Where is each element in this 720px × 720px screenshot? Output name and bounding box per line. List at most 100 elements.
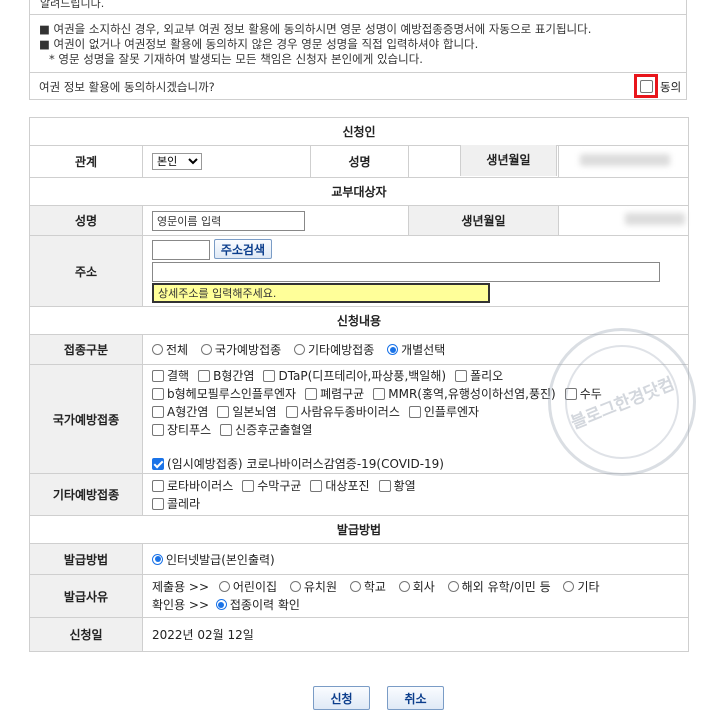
consent-checkbox[interactable] — [640, 80, 653, 93]
other-vaccine-checkbox[interactable] — [242, 479, 255, 492]
national-vaccine-option[interactable]: 인플루엔자 — [408, 403, 479, 421]
radio-school[interactable] — [349, 581, 361, 592]
reason-abroad[interactable]: 해외 유학/이민 등 — [447, 578, 551, 596]
national-vaccine-option[interactable]: B형간염 — [198, 367, 254, 385]
national-vaccine-checkbox[interactable] — [152, 370, 164, 382]
national-vaccine-option[interactable]: 장티푸스 — [152, 421, 211, 439]
national-vaccine-option[interactable]: 수두 — [564, 385, 602, 403]
national-vaccine-checkbox[interactable] — [198, 370, 211, 382]
national-vaccine-option[interactable]: MMR(홍역,유행성이하선염,풍진) — [373, 385, 556, 403]
section-issuance: 발급방법 — [29, 515, 689, 544]
covid-option[interactable]: (임시예방접종) 코로나바이러스감염증-19(COVID-19) — [152, 455, 688, 473]
type-option-all[interactable]: 전체 — [152, 341, 188, 358]
reason-history[interactable]: 접종이력 확인 — [215, 596, 300, 614]
national-vaccine-checkbox[interactable] — [564, 388, 577, 400]
section-application: 신청내용 — [29, 306, 689, 335]
national-vaccine-checkbox[interactable] — [152, 424, 164, 436]
national-vaccine-option-label: DTaP(디프테리아,파상풍,백일해) — [278, 369, 447, 383]
national-vaccine-checkbox[interactable] — [285, 406, 298, 418]
recipient-birth-label: 생년월일 — [408, 205, 559, 236]
national-vaccine-checkbox[interactable] — [152, 388, 164, 400]
radio-daycare[interactable] — [218, 581, 230, 592]
type-option-national[interactable]: 국가예방접종 — [200, 341, 281, 358]
radio-all[interactable] — [152, 344, 163, 355]
method-option-online[interactable]: 인터넷발급(본인출력) — [152, 551, 275, 568]
national-vaccine-checkbox[interactable] — [220, 424, 233, 436]
national-vaccine-checkbox[interactable] — [152, 406, 164, 418]
radio-history[interactable] — [215, 599, 227, 610]
national-vaccine-checkbox[interactable] — [455, 370, 468, 382]
national-vaccine-option[interactable]: 사람유두종바이러스 — [285, 403, 400, 421]
type-option-individual[interactable]: 개별선택 — [387, 341, 445, 358]
national-vaccine-option[interactable]: 폴리오 — [455, 367, 503, 385]
other-vaccine-checkbox[interactable] — [152, 479, 164, 492]
national-vaccine-option[interactable]: 폐렴구균 — [305, 385, 364, 403]
national-vaccine-checkbox[interactable] — [217, 406, 230, 418]
radio-abroad[interactable] — [447, 581, 459, 592]
reason-etc[interactable]: 기타 — [563, 578, 600, 596]
national-vaccine-label: 국가예방접종 — [29, 364, 143, 474]
vaccine-type-label: 접종구분 — [29, 334, 143, 365]
address-input[interactable] — [152, 262, 660, 282]
national-vaccine-option-label: 수두 — [579, 387, 602, 401]
relation-label: 관계 — [29, 145, 143, 178]
other-vaccine-option-label: 수막구균 — [257, 478, 302, 493]
national-vaccine-option[interactable]: 신증후군출혈열 — [220, 421, 312, 439]
national-vaccine-option[interactable]: b형헤모필루스인플루엔자 — [152, 385, 296, 403]
other-vaccine-option[interactable]: 수막구균 — [242, 477, 301, 495]
national-vaccine-option[interactable]: 일본뇌염 — [217, 403, 277, 421]
other-vaccine-checkbox[interactable] — [378, 479, 391, 492]
address-detail-input[interactable] — [152, 283, 490, 303]
confirm-reason-row: 확인용 >> 접종이력 확인 — [152, 596, 688, 614]
radio-national[interactable] — [200, 344, 212, 355]
cancel-button[interactable]: 취소 — [387, 686, 444, 710]
other-vaccine-option[interactable]: 대상포진 — [310, 477, 370, 495]
postcode-input[interactable] — [152, 240, 210, 260]
national-vaccine-option[interactable]: 결핵 — [152, 367, 189, 385]
other-vaccine-cell: 로타바이러스 수막구균 대상포진 황열콜레라 — [142, 473, 689, 516]
radio-kindergarten[interactable] — [289, 581, 301, 592]
national-vaccine-option[interactable]: A형간염 — [152, 403, 208, 421]
other-vaccine-option[interactable]: 황열 — [378, 477, 416, 495]
radio-online[interactable] — [152, 553, 163, 565]
national-vaccine-checkbox[interactable] — [305, 388, 318, 400]
other-vaccine-checkbox[interactable] — [310, 479, 323, 492]
covid-label: (임시예방접종) 코로나바이러스감염증-19(COVID-19) — [167, 457, 444, 471]
reason-kindergarten[interactable]: 유치원 — [289, 578, 337, 596]
national-vaccine-option[interactable]: DTaP(디프테리아,파상풍,백일해) — [263, 367, 446, 385]
national-vaccine-checkbox[interactable] — [373, 388, 386, 400]
other-vaccine-option-label: 대상포진 — [325, 478, 370, 493]
reason-school[interactable]: 학교 — [349, 578, 386, 596]
radio-etc[interactable] — [563, 581, 575, 592]
notice-line-1: ■ 여권을 소지하신 경우, 외교부 여권 정보 활용에 동의하시면 영문 성명… — [39, 22, 592, 36]
confirm-prefix: 확인용 >> — [152, 598, 210, 612]
other-vaccine-option[interactable]: 콜레라 — [152, 495, 200, 513]
national-vaccine-checkbox[interactable] — [408, 406, 421, 418]
reason-cell: 제출용 >> 어린이집 유치원 학교 회사 해외 유학/이민 등 기타 확인용 … — [142, 574, 689, 618]
covid-checkbox[interactable] — [152, 458, 164, 470]
reason-company[interactable]: 회사 — [398, 578, 435, 596]
other-vaccine-checkbox[interactable] — [152, 497, 164, 510]
type-option-other[interactable]: 기타예방접종 — [294, 341, 374, 358]
national-vaccine-row: 장티푸스 신증후군출혈열 — [152, 421, 688, 439]
national-vaccine-option-label: 결핵 — [167, 369, 190, 383]
other-vaccine-option[interactable]: 로타바이러스 — [152, 477, 233, 495]
relation-select[interactable]: 본인 — [152, 153, 202, 170]
radio-individual[interactable] — [387, 344, 399, 355]
reason-label: 발급사유 — [29, 574, 143, 618]
recipient-birth-value — [558, 205, 689, 236]
radio-other[interactable] — [294, 344, 305, 355]
redacted-birth — [625, 213, 685, 225]
other-vaccine-option-label: 콜레라 — [167, 496, 201, 511]
english-name-input[interactable] — [152, 210, 305, 231]
consent-label: 동의 — [660, 80, 682, 94]
apply-button[interactable]: 신청 — [313, 686, 370, 710]
reason-daycare[interactable]: 어린이집 — [218, 578, 277, 596]
redacted-applicant-birth — [580, 154, 670, 166]
application-form: 신청인 관계 본인 성명 교부대상자 성명 생년월일 주소 — [29, 117, 689, 652]
address-search-button[interactable]: 주소검색 — [213, 239, 272, 259]
radio-company[interactable] — [398, 581, 410, 592]
national-vaccine-checkbox[interactable] — [263, 370, 276, 382]
submit-prefix: 제출용 >> — [152, 580, 210, 594]
national-vaccine-option-label: 신증후군출혈열 — [235, 423, 313, 437]
